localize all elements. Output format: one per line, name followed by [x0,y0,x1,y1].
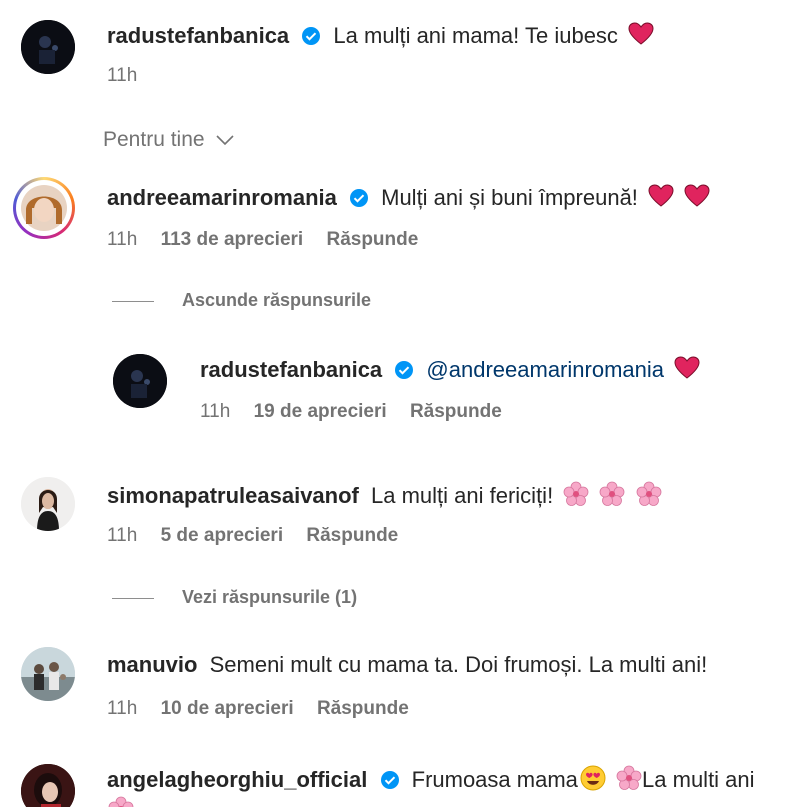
comment-meta: 11h 5 de aprecieri Răspunde [107,524,416,548]
reply-row: radustefanbanica @andreeamarinromania 11… [0,350,800,430]
cherry-blossom-icon [563,481,589,514]
red-heart-icon [674,356,700,387]
verified-badge-icon [394,359,414,387]
timestamp: 11h [107,698,138,719]
divider-line [112,597,154,599]
toggle-label: Ascunde răspunsurile [182,290,372,310]
avatar[interactable] [21,20,75,74]
cherry-blossom-icon [636,481,662,514]
timestamp: 11h [107,525,138,546]
timestamp: 11h [200,401,231,422]
likes-count[interactable]: 113 de aprecieri [161,229,304,250]
comment-line: andreeamarinromania Mulți ani și buni îm… [107,184,710,215]
comment-line: radustefanbanica @andreeamarinromania [200,356,700,387]
avatar-image [21,477,75,531]
comment-line: angelagheorghiu_official Frumoasa mama L… [107,765,755,798]
sort-dropdown[interactable]: Pentru tine [103,128,234,152]
comment-meta: 11h [107,64,155,88]
avatar-ring[interactable] [13,177,75,239]
reply-button[interactable]: Răspunde [306,525,398,546]
mention-link[interactable]: @andreeamarinromania [426,357,664,382]
avatar-image [21,20,75,74]
comment-text: La mulți ani mama! Te iubesc [333,23,618,48]
username[interactable]: radustefanbanica [200,357,382,382]
username[interactable]: simonapatruleasaivanof [107,483,359,508]
sort-label: Pentru tine [103,128,205,151]
avatar[interactable] [21,764,75,807]
avatar[interactable] [21,647,75,701]
comment-line: manuvio Semeni mult cu mama ta. Doi frum… [107,651,707,679]
red-heart-icon [684,184,710,215]
comment-row: andreeamarinromania Mulți ani și buni îm… [0,170,800,270]
likes-count[interactable]: 10 de aprecieri [161,698,294,719]
cherry-blossom-icon [599,481,625,514]
likes-count[interactable]: 19 de aprecieri [254,401,387,422]
avatar-image [21,647,75,701]
heart-eyes-face-icon [580,765,606,798]
comment-row: radustefanbanica La mulți ani mama! Te i… [0,0,800,100]
comment-text: Frumoasa mama [411,767,578,792]
avatar-image [21,764,75,807]
chevron-down-icon [216,135,234,146]
cherry-blossom-icon [616,765,642,798]
avatar-image [113,354,167,408]
comment-line: simonapatruleasaivanof La mulți ani feri… [107,481,662,514]
red-heart-icon [628,22,654,53]
reply-button[interactable]: Răspunde [326,229,418,250]
comment-text: La mulți ani fericiți! [371,483,554,508]
view-replies-button[interactable]: Vezi răspunsurile (1) [112,587,357,608]
verified-badge-icon [301,25,321,53]
verified-badge-icon [380,769,400,797]
reply-button[interactable]: Răspunde [410,401,502,422]
comment-row: simonapatruleasaivanof La mulți ani feri… [0,475,800,555]
likes-count[interactable]: 5 de aprecieri [161,525,284,546]
timestamp: 11h [107,229,138,250]
avatar[interactable] [113,354,167,408]
comment-row: manuvio Semeni mult cu mama ta. Doi frum… [0,645,800,725]
divider-line [112,300,154,302]
avatar-image [18,182,70,234]
comment-meta: 11h 10 de aprecieri Răspunde [107,697,427,721]
username[interactable]: andreeamarinromania [107,185,337,210]
red-heart-icon [648,184,674,215]
avatar[interactable] [21,477,75,531]
timestamp: 11h [107,65,138,86]
comment-line: radustefanbanica La mulți ani mama! Te i… [107,22,654,53]
username[interactable]: angelagheorghiu_official [107,767,367,792]
hide-replies-button[interactable]: Ascunde răspunsurile [112,290,371,311]
comment-text: Semeni mult cu mama ta. Doi frumoși. La … [209,652,708,677]
comment-text-continued: La multi ani [642,767,755,792]
reply-button[interactable]: Răspunde [317,698,409,719]
cherry-blossom-icon [108,796,134,807]
username[interactable]: radustefanbanica [107,23,289,48]
toggle-label: Vezi răspunsurile (1) [182,587,358,607]
comment-meta: 11h 19 de aprecieri Răspunde [200,400,520,424]
comment-text: Mulți ani și buni împreună! [381,185,638,210]
comment-meta: 11h 113 de aprecieri Răspunde [107,228,436,252]
comment-row: angelagheorghiu_official Frumoasa mama L… [0,760,800,807]
avatar [16,180,72,236]
verified-badge-icon [349,187,369,215]
username[interactable]: manuvio [107,652,197,677]
